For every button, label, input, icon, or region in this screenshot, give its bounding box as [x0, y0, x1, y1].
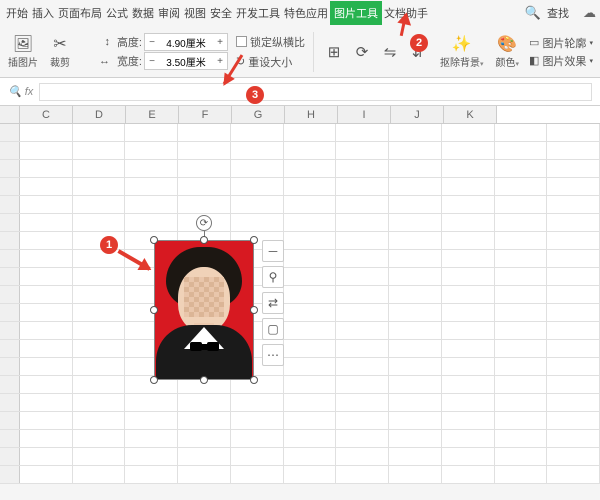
resize-handle-n[interactable] [200, 236, 208, 244]
face-blur [184, 277, 224, 317]
width-label: 宽度: [112, 53, 142, 69]
tab-insert[interactable]: 插入 [30, 1, 56, 25]
float-minus-button[interactable]: － [262, 240, 284, 262]
col-C[interactable]: C [20, 106, 73, 123]
formula-bar: 🔍 fx [0, 78, 600, 106]
effects-icon: ◧ [529, 54, 539, 67]
tab-developer[interactable]: 开发工具 [234, 1, 282, 25]
col-H[interactable]: H [285, 106, 338, 123]
crop-button[interactable]: ✂ 裁剪 [48, 34, 72, 69]
col-K[interactable]: K [444, 106, 497, 123]
color-button[interactable]: 🎨 颜色▾ [494, 34, 522, 69]
tab-bar: 开始 插入 页面布局 公式 数据 审阅 视图 安全 开发工具 特色应用 图片工具… [0, 0, 600, 26]
tab-start[interactable]: 开始 [4, 1, 30, 25]
picture-outline-button[interactable]: ▭ 图片轮廓▾ [529, 35, 593, 51]
width-spinner[interactable]: − + [144, 52, 228, 70]
image-float-toolbar: － ⚲ ⇄ ▢ ⋯ [262, 240, 284, 366]
tab-review[interactable]: 审阅 [156, 1, 182, 25]
col-F[interactable]: F [179, 106, 232, 123]
tab-view[interactable]: 视图 [182, 1, 208, 25]
height-icon: ↕ [80, 36, 110, 48]
align-icon[interactable]: ⊞ [322, 40, 346, 64]
remove-bg-button[interactable]: ✨ 抠除背景▾ [438, 34, 486, 69]
annotation-badge-3: 3 [246, 86, 264, 104]
find-label[interactable]: 查找 [545, 1, 571, 25]
resize-handle-sw[interactable] [150, 376, 158, 384]
float-more-button[interactable]: ⋯ [262, 344, 284, 366]
annotation-badge-2: 2 [410, 34, 428, 52]
col-I[interactable]: I [338, 106, 391, 123]
search-icon[interactable]: 🔍 [521, 5, 545, 21]
col-D[interactable]: D [73, 106, 126, 123]
width-input[interactable] [159, 56, 213, 67]
grid-rows[interactable] [0, 124, 600, 484]
tab-picture-tools[interactable]: 图片工具 [330, 1, 382, 25]
tab-data[interactable]: 数据 [130, 1, 156, 25]
float-zoom-button[interactable]: ⚲ [262, 266, 284, 288]
id-photo [155, 241, 253, 379]
width-plus[interactable]: + [213, 53, 227, 69]
width-icon: ↔ [80, 55, 110, 67]
col-E[interactable]: E [126, 106, 179, 123]
ribbon: 🖼 插图片 ✂ 裁剪 ↕ 高度: − + ↔ 宽度: − + [0, 26, 600, 78]
height-spinner[interactable]: − + [144, 33, 228, 51]
float-switch-button[interactable]: ⇄ [262, 292, 284, 314]
tab-formula[interactable]: 公式 [104, 1, 130, 25]
rotate-icon[interactable]: ⟳ [350, 40, 374, 64]
outline-icon: ▭ [529, 36, 539, 49]
col-G[interactable]: G [232, 106, 285, 123]
height-plus[interactable]: + [213, 34, 227, 50]
column-headers: C D E F G H I J K [0, 106, 600, 124]
spreadsheet-grid[interactable]: C D E F G H I J K [0, 106, 600, 484]
resize-handle-ne[interactable] [250, 236, 258, 244]
selected-image[interactable]: ⟳ [154, 240, 254, 380]
resize-handle-s[interactable] [200, 376, 208, 384]
checkbox-icon [236, 36, 247, 47]
tab-special[interactable]: 特色应用 [282, 1, 330, 25]
col-J[interactable]: J [391, 106, 444, 123]
fx-icon[interactable]: 🔍 fx [8, 85, 33, 98]
lock-aspect-checkbox[interactable]: 锁定纵横比 [236, 34, 305, 50]
resize-handle-nw[interactable] [150, 236, 158, 244]
height-minus[interactable]: − [145, 34, 159, 50]
reset-size-button[interactable]: ↻ 重设大小 [236, 54, 305, 70]
height-input[interactable] [159, 37, 213, 48]
cloud-icon[interactable]: ☁ [579, 5, 600, 21]
float-crop-button[interactable]: ▢ [262, 318, 284, 340]
height-label: 高度: [112, 34, 142, 50]
flip-h-icon[interactable]: ⇋ [378, 40, 402, 64]
annotation-badge-1: 1 [100, 236, 118, 254]
tab-security[interactable]: 安全 [208, 1, 234, 25]
picture-effects-button[interactable]: ◧ 图片效果▾ [529, 53, 593, 69]
compress-picture-button[interactable]: 🖼 插图片 [6, 34, 40, 69]
resize-handle-w[interactable] [150, 306, 158, 314]
tab-layout[interactable]: 页面布局 [56, 1, 104, 25]
formula-input[interactable] [39, 83, 592, 101]
resize-handle-se[interactable] [250, 376, 258, 384]
resize-handle-e[interactable] [250, 306, 258, 314]
width-minus[interactable]: − [145, 53, 159, 69]
rotate-handle[interactable]: ⟳ [196, 215, 212, 231]
